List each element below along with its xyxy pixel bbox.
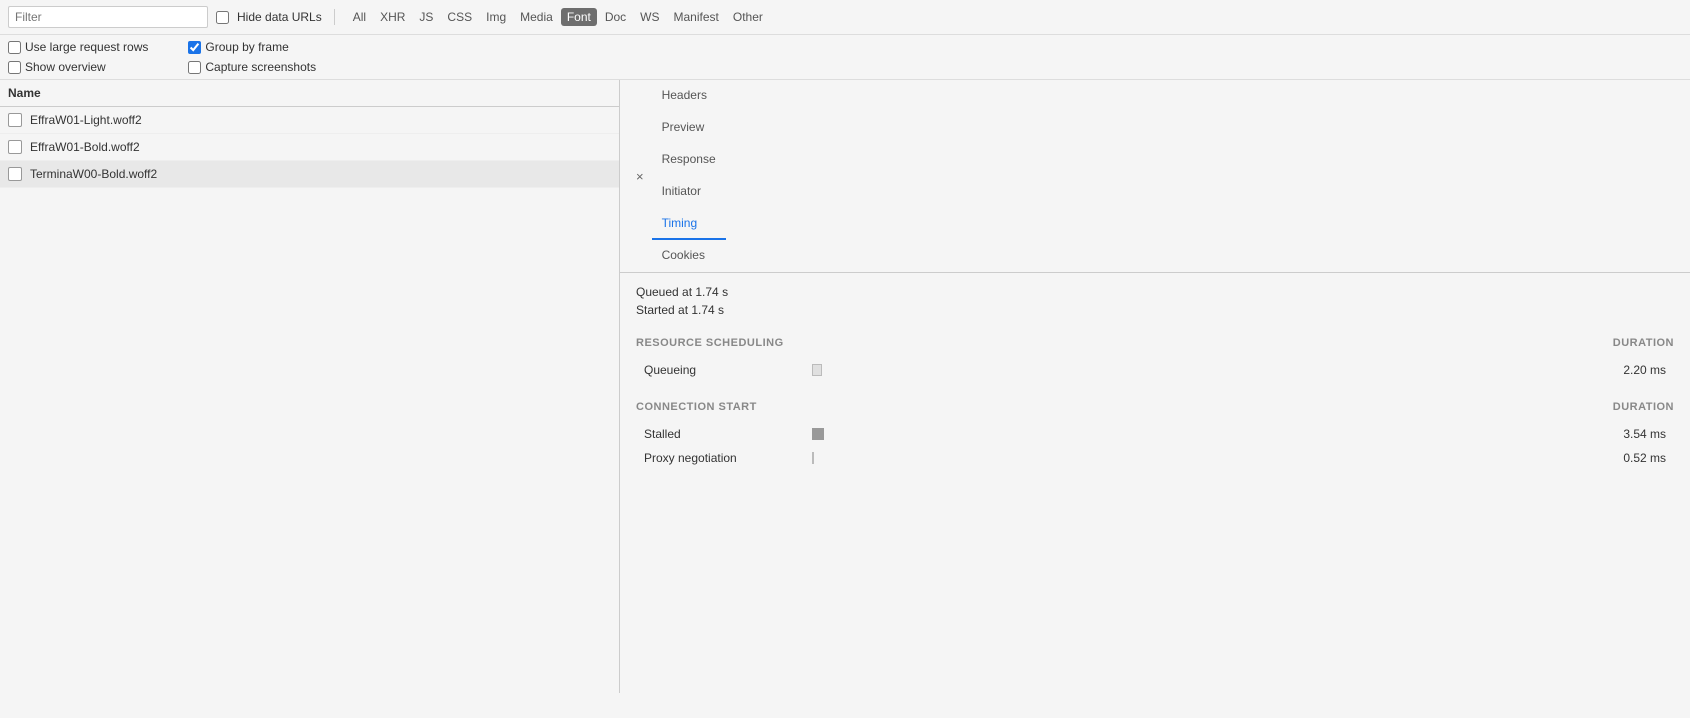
group-by-frame-option[interactable]: Group by frame xyxy=(188,40,316,54)
timing-row: Stalled 3.54 ms xyxy=(636,423,1674,445)
type-filter-js[interactable]: JS xyxy=(413,8,439,26)
main-content: Name EffraW01-Light.woff2 EffraW01-Bold.w… xyxy=(0,80,1690,693)
table-name-header: Name xyxy=(0,80,619,107)
tab-cookies[interactable]: Cookies xyxy=(652,240,726,272)
queued-at: Queued at 1.74 s xyxy=(636,285,1674,299)
tab-preview[interactable]: Preview xyxy=(652,112,726,144)
resource-scheduling-header: Resource Scheduling DURATION xyxy=(636,333,1674,353)
timing-duration: 2.20 ms xyxy=(1606,363,1666,377)
row-checkbox xyxy=(8,113,22,127)
right-panel: × HeadersPreviewResponseInitiatorTimingC… xyxy=(620,80,1690,693)
table-row[interactable]: EffraW01-Light.woff2 xyxy=(0,107,619,134)
row-name: EffraW01-Light.woff2 xyxy=(30,113,142,127)
hide-data-urls-checkbox[interactable] xyxy=(216,11,229,24)
resource-scheduling-rows: Queueing 2.20 ms xyxy=(636,359,1674,381)
left-panel: Name EffraW01-Light.woff2 EffraW01-Bold.w… xyxy=(0,80,620,693)
connection-start-section: Connection Start DURATION Stalled 3.54 ms… xyxy=(636,397,1674,469)
group-by-frame-checkbox[interactable] xyxy=(188,41,201,54)
options-right: Group by frame Capture screenshots xyxy=(188,40,316,74)
options-left: Use large request rows Show overview xyxy=(8,40,148,74)
type-filter-font[interactable]: Font xyxy=(561,8,597,26)
timing-row-name: Stalled xyxy=(644,427,804,441)
timing-bar xyxy=(812,428,824,440)
timing-content: Queued at 1.74 s Started at 1.74 s Resou… xyxy=(620,273,1690,693)
connection-start-duration-col: DURATION xyxy=(1613,401,1674,413)
connection-start-header: Connection Start DURATION xyxy=(636,397,1674,417)
tab-headers[interactable]: Headers xyxy=(652,80,726,112)
timing-duration: 3.54 ms xyxy=(1606,427,1666,441)
use-large-rows-option[interactable]: Use large request rows xyxy=(8,40,148,54)
show-overview-option[interactable]: Show overview xyxy=(8,60,148,74)
filter-input[interactable] xyxy=(8,6,208,28)
capture-screenshots-checkbox[interactable] xyxy=(188,61,201,74)
table-rows: EffraW01-Light.woff2 EffraW01-Bold.woff2 T… xyxy=(0,107,619,188)
capture-screenshots-option[interactable]: Capture screenshots xyxy=(188,60,316,74)
tabs-row: × HeadersPreviewResponseInitiatorTimingC… xyxy=(620,80,1690,273)
toolbar-separator xyxy=(334,9,335,25)
timing-row: Proxy negotiation 0.52 ms xyxy=(636,447,1674,469)
connection-start-title: Connection Start xyxy=(636,401,757,413)
type-filter-manifest[interactable]: Manifest xyxy=(668,8,725,26)
toolbar: Hide data URLs AllXHRJSCSSImgMediaFontDo… xyxy=(0,0,1690,35)
show-overview-checkbox[interactable] xyxy=(8,61,21,74)
timing-bar-container xyxy=(804,364,1606,376)
type-filter-doc[interactable]: Doc xyxy=(599,8,632,26)
resource-scheduling-duration-col: DURATION xyxy=(1613,337,1674,349)
started-at: Started at 1.74 s xyxy=(636,303,1674,317)
options-row: Use large request rows Show overview Gro… xyxy=(0,35,1690,80)
row-checkbox xyxy=(8,167,22,181)
type-filters: AllXHRJSCSSImgMediaFontDocWSManifestOthe… xyxy=(347,8,769,26)
type-filter-ws[interactable]: WS xyxy=(634,8,665,26)
timing-bar-container xyxy=(804,428,1606,440)
type-filter-media[interactable]: Media xyxy=(514,8,559,26)
use-large-rows-checkbox[interactable] xyxy=(8,41,21,54)
row-checkbox xyxy=(8,140,22,154)
tab-response[interactable]: Response xyxy=(652,144,726,176)
resource-scheduling-title: Resource Scheduling xyxy=(636,337,784,349)
timing-bar xyxy=(812,364,822,376)
type-filter-other[interactable]: Other xyxy=(727,8,769,26)
tab-timing[interactable]: Timing xyxy=(652,208,726,240)
connection-start-rows: Stalled 3.54 ms Proxy negotiation 0.52 ms xyxy=(636,423,1674,469)
tab-initiator[interactable]: Initiator xyxy=(652,176,726,208)
resource-scheduling-section: Resource Scheduling DURATION Queueing 2.2… xyxy=(636,333,1674,381)
type-filter-css[interactable]: CSS xyxy=(441,8,478,26)
tabs-container: HeadersPreviewResponseInitiatorTimingCoo… xyxy=(652,80,726,272)
hide-data-urls-label[interactable]: Hide data URLs xyxy=(237,10,322,24)
timing-row-name: Proxy negotiation xyxy=(644,451,804,465)
type-filter-img[interactable]: Img xyxy=(480,8,512,26)
timing-row: Queueing 2.20 ms xyxy=(636,359,1674,381)
timing-row-name: Queueing xyxy=(644,363,804,377)
timing-bar xyxy=(812,452,814,464)
row-name: EffraW01-Bold.woff2 xyxy=(30,140,140,154)
table-row[interactable]: EffraW01-Bold.woff2 xyxy=(0,134,619,161)
type-filter-all[interactable]: All xyxy=(347,8,372,26)
type-filter-xhr[interactable]: XHR xyxy=(374,8,411,26)
row-name: TerminaW00-Bold.woff2 xyxy=(30,167,157,181)
timing-duration: 0.52 ms xyxy=(1606,451,1666,465)
close-panel-button[interactable]: × xyxy=(628,160,652,192)
timing-bar-container xyxy=(804,452,1606,464)
table-row[interactable]: TerminaW00-Bold.woff2 xyxy=(0,161,619,188)
